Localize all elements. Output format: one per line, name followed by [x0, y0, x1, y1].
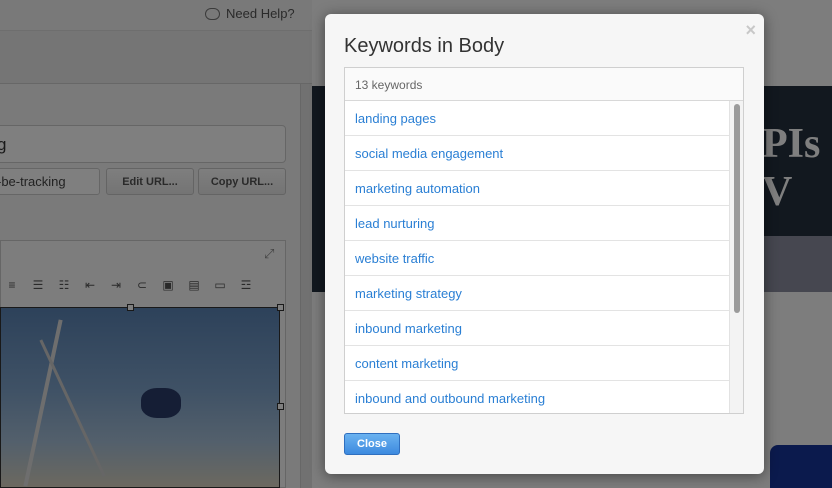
- keyword-item[interactable]: marketing strategy: [345, 276, 731, 311]
- keyword-item[interactable]: marketing automation: [345, 171, 731, 206]
- scrollbar[interactable]: [729, 101, 743, 413]
- keyword-item[interactable]: landing pages: [345, 101, 731, 136]
- close-icon[interactable]: ×: [745, 20, 756, 41]
- keyword-item[interactable]: lead nurturing: [345, 206, 731, 241]
- keyword-items: landing pages social media engagement mark…: [345, 101, 731, 413]
- keyword-item[interactable]: inbound marketing: [345, 311, 731, 346]
- keyword-item[interactable]: inbound and outbound marketing: [345, 381, 731, 413]
- scrollbar-thumb[interactable]: [734, 104, 740, 313]
- keyword-item[interactable]: social media engagement: [345, 136, 731, 171]
- keywords-modal: × Keywords in Body 13 keywords landing p…: [325, 14, 764, 474]
- keyword-item[interactable]: content marketing: [345, 346, 731, 381]
- keyword-list: 13 keywords landing pages social media en…: [344, 67, 744, 414]
- close-button[interactable]: Close: [344, 433, 400, 455]
- keyword-item[interactable]: website traffic: [345, 241, 731, 276]
- modal-title: Keywords in Body: [344, 35, 505, 57]
- keyword-count-header: 13 keywords: [345, 68, 743, 101]
